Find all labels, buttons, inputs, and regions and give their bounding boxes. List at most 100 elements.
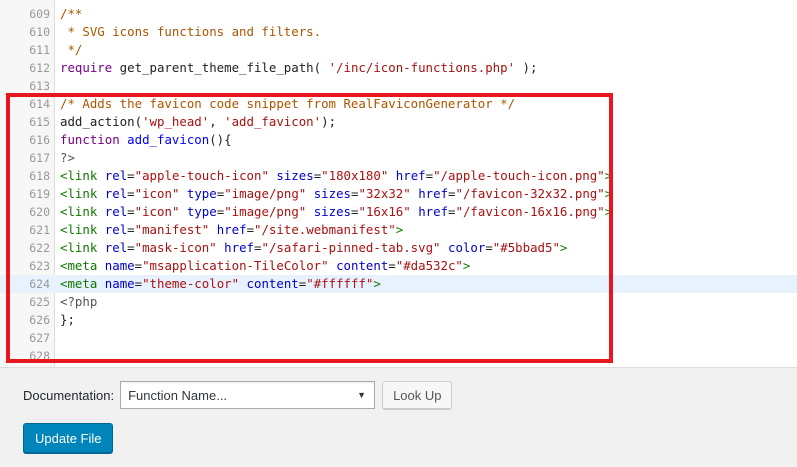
code-line[interactable]: 614 /* Adds the favicon code snippet from… — [0, 95, 797, 113]
code-text[interactable]: add_action('wp_head', 'add_favicon'); — [60, 113, 336, 131]
code-token: <?php — [60, 294, 98, 309]
code-token: <link — [60, 204, 98, 219]
code-text[interactable]: ?> — [60, 149, 75, 167]
code-token: add_action( — [60, 114, 143, 129]
code-line[interactable]: 609 /** — [0, 5, 797, 23]
code-line[interactable]: 622 <link rel="mask-icon" href="/safari-p… — [0, 239, 797, 257]
code-line[interactable]: 626}; — [0, 311, 797, 329]
code-token: = — [351, 204, 359, 219]
code-token: > — [604, 204, 613, 219]
code-token: <link — [60, 222, 98, 237]
code-text[interactable]: /* Adds the favicon code snippet from Re… — [60, 95, 515, 113]
code-line[interactable]: 615 add_action('wp_head', 'add_favicon'); — [0, 113, 797, 131]
code-text[interactable]: <link rel="mask-icon" href="/safari-pinn… — [60, 239, 567, 257]
code-text[interactable]: <link rel="manifest" href="/site.webmani… — [60, 221, 403, 239]
code-token: */ — [60, 42, 83, 57]
code-line[interactable]: 612 require get_parent_theme_file_path( '… — [0, 59, 797, 77]
code-token: "/favicon-16x16.png" — [455, 204, 605, 219]
code-line[interactable]: 625 <?php — [0, 293, 797, 311]
code-token: href — [418, 186, 449, 201]
code-text[interactable]: * SVG icons functions and filters. — [60, 23, 321, 41]
line-number: 622 — [29, 241, 50, 255]
code-token: rel — [104, 204, 128, 219]
code-token: = — [448, 204, 456, 219]
code-line[interactable]: 616 function add_favicon(){ — [0, 131, 797, 149]
code-token: color — [448, 240, 486, 255]
code-text[interactable]: */ — [60, 41, 82, 59]
line-number: 609 — [29, 7, 50, 21]
look-up-button[interactable]: Look Up — [382, 381, 453, 409]
code-line[interactable]: 619 <link rel="icon" type="image/png" siz… — [0, 185, 797, 203]
line-number: 628 — [29, 349, 50, 363]
line-number: 619 — [29, 187, 50, 201]
code-token: sizes — [313, 186, 352, 201]
code-token: <link — [60, 240, 98, 255]
line-number: 614 — [29, 97, 50, 111]
code-token: content — [336, 258, 389, 273]
code-token: 'add_favicon' — [224, 114, 322, 129]
code-token: get_parent_theme_file_path( — [112, 60, 329, 75]
code-token: "icon" — [134, 204, 180, 219]
code-token: "#ffffff" — [306, 276, 374, 291]
code-text[interactable]: function add_favicon(){ — [60, 131, 232, 149]
code-line[interactable]: 610 * SVG icons functions and filters. — [0, 23, 797, 41]
function-name-select[interactable]: Function Name... ▼ — [120, 381, 376, 409]
code-token: > — [604, 186, 613, 201]
code-token: add_favicon — [127, 132, 210, 147]
code-text[interactable]: <meta name="theme-color" content="#fffff… — [60, 275, 381, 293]
line-number: 625 — [29, 295, 50, 309]
code-text[interactable]: /** — [60, 5, 82, 23]
code-token: "icon" — [134, 186, 180, 201]
code-line[interactable]: 613 — [0, 77, 797, 95]
code-token: "image/png" — [224, 204, 307, 219]
code-line[interactable]: 628 — [0, 347, 797, 365]
code-token: , — [209, 114, 225, 129]
line-number: 617 — [29, 151, 50, 165]
code-text[interactable]: <link rel="icon" type="image/png" sizes=… — [60, 185, 612, 203]
line-number: 623 — [29, 259, 50, 273]
code-token: /** — [60, 6, 83, 21]
code-text[interactable]: }; — [60, 311, 75, 329]
code-line[interactable]: 627 — [0, 329, 797, 347]
code-token: rel — [104, 240, 128, 255]
code-text[interactable]: <meta name="msapplication-TileColor" con… — [60, 257, 470, 275]
code-line[interactable]: 618 <link rel="apple-touch-icon" sizes="1… — [0, 167, 797, 185]
code-text[interactable]: require get_parent_theme_file_path( '/in… — [60, 59, 537, 77]
code-line[interactable]: 623 <meta name="msapplication-TileColor" … — [0, 257, 797, 275]
code-line[interactable]: 617 ?> — [0, 149, 797, 167]
code-line[interactable]: 624 <meta name="theme-color" content="#ff… — [0, 275, 797, 293]
line-number: 616 — [29, 133, 50, 147]
code-token: "16x16" — [358, 204, 411, 219]
code-line[interactable]: 620 <link rel="icon" type="image/png" siz… — [0, 203, 797, 221]
code-line[interactable]: 621 <link rel="manifest" href="/site.webm… — [0, 221, 797, 239]
code-line[interactable]: 611 */ — [0, 41, 797, 59]
line-number: 627 — [29, 331, 50, 345]
update-file-button[interactable]: Update File — [23, 423, 114, 453]
code-token: = — [127, 204, 135, 219]
code-text[interactable]: <?php — [60, 293, 97, 311]
code-text[interactable]: <link rel="apple-touch-icon" sizes="180x… — [60, 167, 612, 185]
line-number: 621 — [29, 223, 50, 237]
code-token: rel — [104, 168, 128, 183]
code-token: href — [216, 222, 247, 237]
documentation-label: Documentation: — [23, 387, 115, 403]
function-name-select-value: Function Name... — [128, 387, 228, 403]
code-token: = — [448, 186, 456, 201]
code-token: '/inc/icon-functions.php' — [328, 60, 516, 75]
code-token: 'wp_head' — [142, 114, 210, 129]
code-text[interactable]: <link rel="icon" type="image/png" sizes=… — [60, 203, 612, 221]
code-token: "apple-touch-icon" — [134, 168, 269, 183]
code-token: = — [388, 258, 396, 273]
code-lines[interactable]: 609 /** 610 * SVG icons functions and filt… — [0, 5, 797, 365]
code-token: (){ — [209, 132, 232, 147]
code-token: "32x32" — [358, 186, 411, 201]
code-editor[interactable]: 609 /** 610 * SVG icons functions and filt… — [0, 0, 797, 368]
code-token: "mask-icon" — [134, 240, 217, 255]
code-token: "manifest" — [134, 222, 210, 237]
code-token: name — [104, 258, 135, 273]
